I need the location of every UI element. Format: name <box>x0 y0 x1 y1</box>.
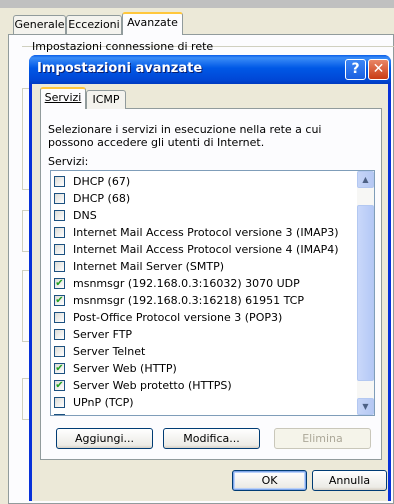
service-row[interactable]: DHCP (68) <box>51 191 357 208</box>
service-label: msnmsgr (192.168.0.3:16218) 61951 TCP <box>73 294 304 307</box>
services-rows: DHCP (67) DHCP (68) DNS Internet Mail Acces… <box>51 174 357 415</box>
background-tab-generale[interactable]: Generale <box>13 15 66 34</box>
service-row[interactable]: DHCP (67) <box>51 174 357 191</box>
service-row[interactable]: Post-Office Protocol versione 3 (POP3) <box>51 310 357 327</box>
service-row[interactable]: UPnP (TCP) <box>51 395 357 412</box>
service-label: Server Web (HTTP) <box>73 362 177 375</box>
service-row[interactable]: Internet Mail Access Protocol versione 4… <box>51 242 357 259</box>
tab-servizi[interactable]: Servizi <box>40 87 86 109</box>
service-label: Internet Mail Server (SMTP) <box>73 260 224 273</box>
service-row[interactable]: Server Telnet <box>51 344 357 361</box>
dialog-titlebar[interactable]: Impostazioni avanzate ? ✕ <box>29 55 391 84</box>
service-checkbox[interactable]: ✔ <box>54 295 65 306</box>
checkmark-icon: ✔ <box>55 363 64 374</box>
services-description: Selezionare i servizi in esecuzione nell… <box>48 123 322 149</box>
checkmark-icon: ✔ <box>55 295 64 306</box>
service-row[interactable]: ✔ msnmsgr (192.168.0.3:16218) 61951 TCP <box>51 293 357 310</box>
background-tab-avanzate[interactable]: Avanzate <box>122 12 183 35</box>
service-row[interactable]: Internet Mail Access Protocol versione 3… <box>51 225 357 242</box>
service-checkbox[interactable]: ✔ <box>54 363 65 374</box>
services-list[interactable]: DHCP (67) DHCP (68) DNS Internet Mail Acces… <box>50 170 375 416</box>
service-checkbox[interactable] <box>54 193 65 204</box>
arrow-up-icon: ▲ <box>362 175 369 184</box>
arrow-down-icon: ▼ <box>362 402 369 411</box>
service-checkbox[interactable] <box>54 397 65 408</box>
service-checkbox[interactable] <box>54 176 65 187</box>
edit-button[interactable]: Modifica... <box>163 428 260 449</box>
tab-icmp[interactable]: ICMP <box>86 90 126 109</box>
background-tab-eccezioni[interactable]: Eccezioni <box>66 15 122 34</box>
service-label: Server FTP <box>73 328 133 341</box>
service-label: Internet Mail Access Protocol versione 3… <box>73 226 339 239</box>
services-scrollbar[interactable]: ▲ ▼ <box>357 171 374 415</box>
service-label: DNS <box>73 209 97 222</box>
service-label: Internet Mail Access Protocol versione 4… <box>73 243 339 256</box>
services-label: Servizi: <box>48 155 89 168</box>
dialog-title: Impostazioni avanzate <box>37 61 203 76</box>
background-group-label: Impostazioni connessione di rete <box>32 40 214 53</box>
service-checkbox[interactable] <box>54 210 65 221</box>
help-button[interactable]: ? <box>345 59 366 80</box>
service-checkbox[interactable] <box>54 312 65 323</box>
service-row[interactable]: ✔ msnmsgr (192.168.0.3:16032) 3070 UDP <box>51 276 357 293</box>
close-button[interactable]: ✕ <box>368 59 389 80</box>
delete-button[interactable]: Elimina <box>274 428 371 449</box>
service-label: UPnP (UDP) <box>73 413 136 415</box>
service-checkbox[interactable]: ✔ <box>54 380 65 391</box>
add-button[interactable]: Aggiungi... <box>56 428 153 449</box>
service-row[interactable]: DNS <box>51 208 357 225</box>
service-checkbox[interactable] <box>54 329 65 340</box>
service-label: UPnP (TCP) <box>73 396 134 409</box>
tab-servizi-label: Servizi <box>44 91 82 104</box>
scroll-up-button[interactable]: ▲ <box>357 171 374 188</box>
service-row[interactable]: Server FTP <box>51 327 357 344</box>
service-checkbox[interactable] <box>54 227 65 238</box>
service-label: DHCP (67) <box>73 175 131 188</box>
service-label: Server Web protetto (HTTPS) <box>73 379 232 392</box>
service-label: Post-Office Protocol versione 3 (POP3) <box>73 311 283 324</box>
service-checkbox[interactable] <box>54 244 65 255</box>
service-checkbox[interactable] <box>54 346 65 357</box>
service-checkbox[interactable] <box>54 261 65 272</box>
checkmark-icon: ✔ <box>55 380 64 391</box>
help-icon: ? <box>351 61 360 77</box>
service-checkbox[interactable] <box>54 414 65 415</box>
background-window-titlebar <box>0 0 394 8</box>
scroll-thumb[interactable] <box>357 205 374 381</box>
service-row[interactable]: ✔ Server Web (HTTP) <box>51 361 357 378</box>
service-label: msnmsgr (192.168.0.3:16032) 3070 UDP <box>73 277 300 290</box>
ok-button[interactable]: OK <box>232 470 307 491</box>
service-checkbox[interactable]: ✔ <box>54 278 65 289</box>
service-label: Server Telnet <box>73 345 146 358</box>
advanced-settings-dialog: Impostazioni avanzate ? ✕ Servizi ICMP S… <box>29 55 391 501</box>
dialog-client-area: Servizi ICMP Selezionare i servizi in es… <box>32 84 388 501</box>
close-icon: ✕ <box>372 61 385 77</box>
service-row[interactable]: Internet Mail Server (SMTP) <box>51 259 357 276</box>
service-row[interactable]: ✔ Server Web protetto (HTTPS) <box>51 378 357 395</box>
service-label: DHCP (68) <box>73 192 131 205</box>
cancel-button[interactable]: Annulla <box>312 470 387 491</box>
checkmark-icon: ✔ <box>55 278 64 289</box>
scroll-down-button[interactable]: ▼ <box>357 398 374 415</box>
service-row[interactable]: UPnP (UDP) <box>51 412 357 415</box>
